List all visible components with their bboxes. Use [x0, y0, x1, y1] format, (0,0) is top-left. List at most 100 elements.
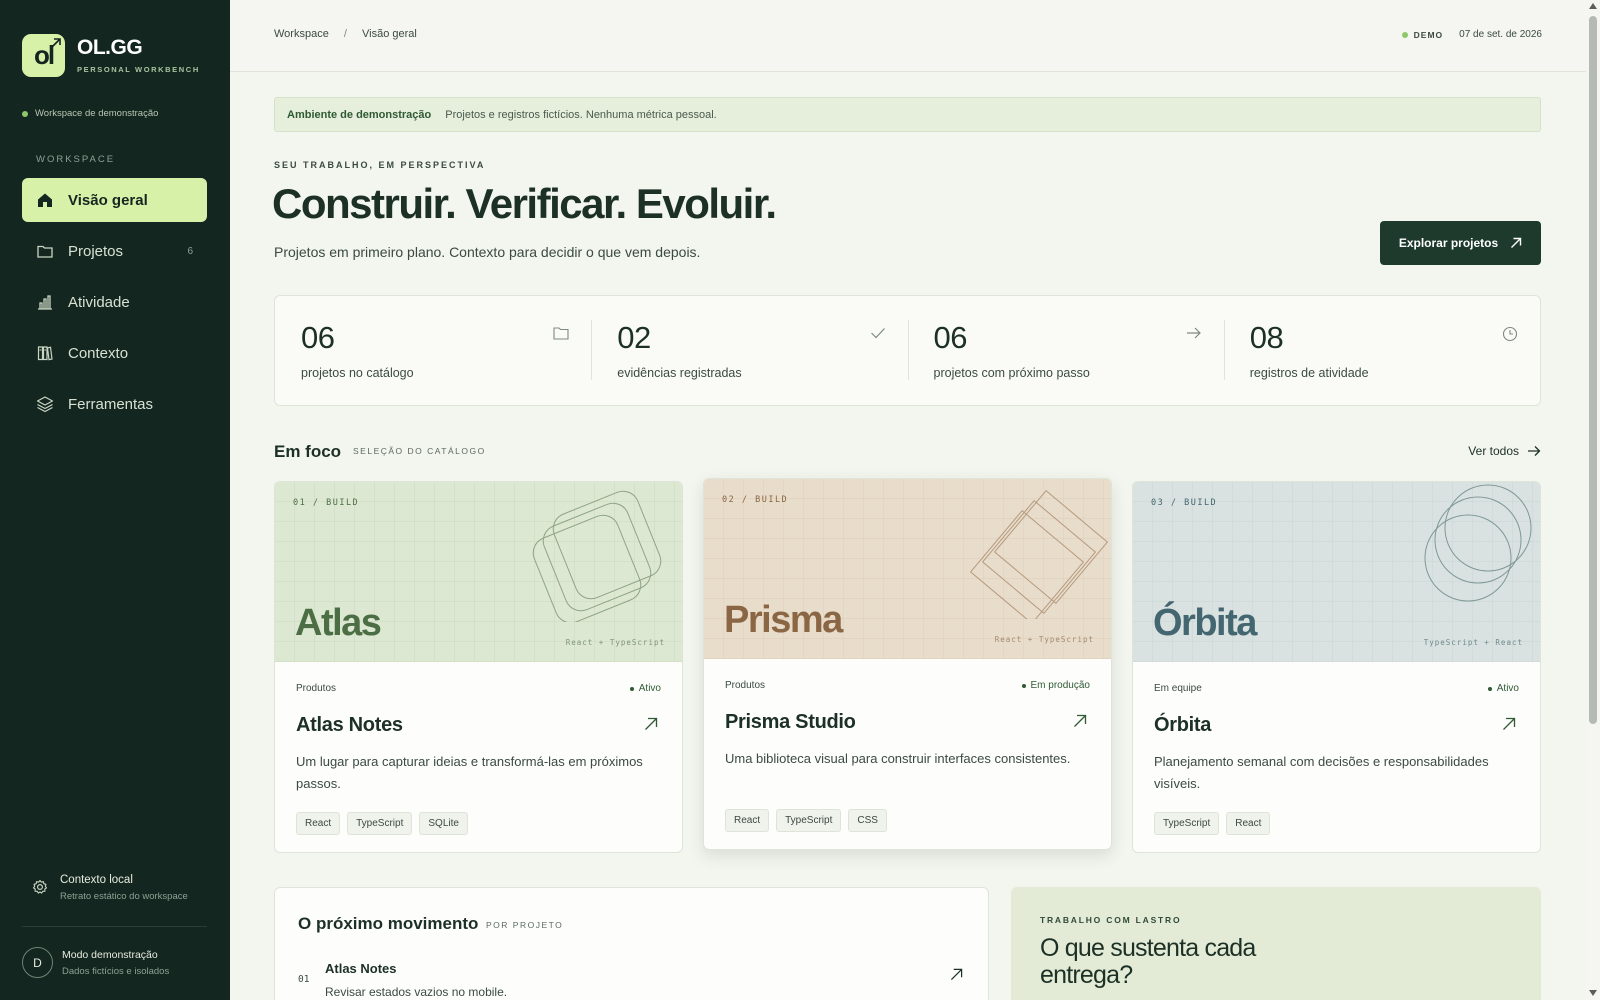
card-category: Em equipe	[1154, 683, 1202, 694]
tag: TypeScript	[347, 812, 413, 835]
clock-icon	[1502, 326, 1518, 342]
workspace-label: Workspace de demonstração	[35, 108, 159, 119]
see-all-link[interactable]: Ver todos	[1468, 444, 1541, 458]
cover-name: Prisma	[724, 599, 843, 641]
gear-icon	[32, 879, 48, 894]
explore-projects-button[interactable]: Explorar projetos	[1380, 221, 1541, 265]
next-move-title: O próximo movimento	[298, 914, 479, 933]
focus-section-title: Em foco	[274, 442, 342, 461]
arrow-up-right-icon[interactable]	[1502, 717, 1516, 731]
arrow-up-right-icon[interactable]	[1073, 714, 1087, 728]
folder-icon	[37, 245, 53, 258]
card-cover: 03 / BUILD Órbita TypeScript + React	[1133, 482, 1540, 662]
sidebar-item-visao-geral[interactable]: Visão geral	[22, 178, 207, 222]
project-count: 6	[187, 245, 193, 257]
tag: React	[725, 809, 770, 832]
context-subtitle: Retrato estático do workspace	[60, 891, 188, 902]
sidebar-section-label: WORKSPACE	[36, 154, 116, 165]
scrollbar-thumb[interactable]	[1589, 16, 1597, 724]
cover-stack: TypeScript + React	[1423, 638, 1523, 647]
sidebar-item-label: Projetos	[68, 242, 124, 260]
stat-value: 06	[933, 320, 968, 355]
tag: SQLite	[419, 812, 468, 835]
context-title: Contexto local	[60, 874, 133, 886]
explore-projects-label: Explorar projetos	[1398, 236, 1499, 250]
scroll-up-arrow[interactable]	[1589, 3, 1597, 9]
sidebar-item-ferramentas[interactable]: Ferramentas	[22, 382, 207, 426]
lastro-panel: TRABALHO COM LASTRO O que sustenta cada …	[1011, 887, 1541, 1000]
card-description: Um lugar para capturar ideias e transfor…	[296, 754, 643, 791]
item-task: Revisar estados vazios no mobile.	[325, 985, 508, 999]
workspace-indicator: Workspace de demonstração	[22, 108, 158, 119]
card-description: Uma biblioteca visual para construir int…	[725, 751, 1071, 766]
status-label: Ativo	[638, 683, 661, 694]
cover-stack: React + TypeScript	[565, 638, 665, 647]
breadcrumb-current: Visão geral	[362, 28, 417, 40]
card-title: Órbita	[1154, 714, 1212, 736]
project-card-prisma[interactable]: 02 / BUILD Prisma React + TypeScript Pro…	[703, 478, 1112, 850]
local-context[interactable]: Contexto local Retrato estático do works…	[32, 874, 188, 902]
sidebar-item-projetos[interactable]: Projetos 6	[22, 229, 207, 273]
status-dot	[629, 686, 634, 691]
arrow-up-right-icon	[1511, 237, 1522, 248]
stat-label: projetos com próximo passo	[933, 366, 1090, 380]
breadcrumb: Workspace / Visão geral	[274, 28, 417, 40]
hero-subtitle: Projetos em primeiro plano. Contexto par…	[274, 244, 701, 260]
scrollbar[interactable]	[1586, 0, 1600, 1000]
status-dot	[1401, 31, 1408, 38]
circles-graphic	[1424, 484, 1532, 602]
stat-label: evidências registradas	[617, 366, 742, 380]
demo-badge-label: DEMO	[1413, 29, 1444, 40]
cover-name: Órbita	[1153, 602, 1257, 644]
brand-name: OL.GG	[77, 36, 143, 59]
stat-activity: 08 registros de atividade	[1223, 296, 1540, 405]
breadcrumb-separator: /	[343, 28, 347, 40]
cover-name: Atlas	[295, 602, 382, 644]
sidebar: ol OL.GG PERSONAL WORKBENCH Workspace de…	[0, 0, 230, 1000]
card-cover: 01 / BUILD Atlas React + TypeScript	[275, 482, 682, 662]
arrow-up-right-icon[interactable]	[644, 717, 658, 731]
sidebar-item-label: Visão geral	[68, 191, 148, 209]
bar-chart-icon	[38, 295, 52, 310]
status-badge: Em produção	[1021, 680, 1090, 691]
banner-text: Projetos e registros fictícios. Nenhuma …	[445, 108, 717, 121]
project-card-atlas[interactable]: 01 / BUILD Atlas React + TypeScript Prod…	[274, 481, 683, 853]
topbar: Workspace / Visão geral DEMO 07 de set. …	[230, 0, 1586, 72]
cover-label: 02 / BUILD	[722, 495, 789, 505]
card-title: Atlas Notes	[296, 714, 403, 736]
tag-list: TypeScript React	[1154, 812, 1519, 835]
tag-list: React TypeScript SQLite	[296, 812, 661, 835]
brand[interactable]: ol OL.GG PERSONAL WORKBENCH	[22, 34, 200, 77]
rounded-squares-graphic	[532, 490, 662, 622]
demo-banner: Ambiente de demonstração Projetos e regi…	[274, 97, 1541, 132]
stat-value: 06	[301, 320, 335, 355]
banner-title: Ambiente de demonstração	[287, 108, 432, 121]
sidebar-item-label: Contexto	[68, 344, 129, 362]
page-title: Construir. Verificar. Evoluir.	[272, 180, 777, 227]
brand-logo: ol	[22, 34, 65, 77]
tag-list: React TypeScript CSS	[725, 809, 1090, 832]
item-project: Atlas Notes	[325, 961, 397, 976]
sidebar-item-contexto[interactable]: Contexto	[22, 331, 207, 375]
user-profile[interactable]: D Modo demonstração Dados fictícios e is…	[22, 947, 169, 978]
tag: CSS	[848, 809, 887, 832]
sidebar-item-label: Atividade	[68, 293, 130, 311]
stat-value: 02	[617, 320, 651, 355]
card-category: Produtos	[296, 683, 337, 694]
hero-kicker: SEU TRABALHO, EM PERSPECTIVA	[274, 160, 486, 170]
scroll-down-arrow[interactable]	[1589, 990, 1597, 996]
tag: React	[296, 812, 341, 835]
status-badge: Ativo	[1487, 683, 1519, 694]
layers-icon	[36, 396, 54, 413]
stat-label: registros de atividade	[1249, 366, 1369, 380]
topbar-meta: DEMO 07 de set. de 2026	[1401, 29, 1542, 40]
arrow-up-right-icon[interactable]	[950, 968, 963, 981]
check-icon	[870, 328, 885, 339]
project-card-orbita[interactable]: 03 / BUILD Órbita TypeScript + React Em …	[1132, 481, 1541, 853]
status-badge: Ativo	[629, 683, 661, 694]
see-all-label: Ver todos	[1468, 444, 1519, 458]
books-icon	[37, 346, 53, 361]
sidebar-item-atividade[interactable]: Atividade	[22, 280, 207, 324]
demo-badge: DEMO	[1401, 29, 1444, 40]
breadcrumb-workspace[interactable]: Workspace	[274, 28, 329, 40]
